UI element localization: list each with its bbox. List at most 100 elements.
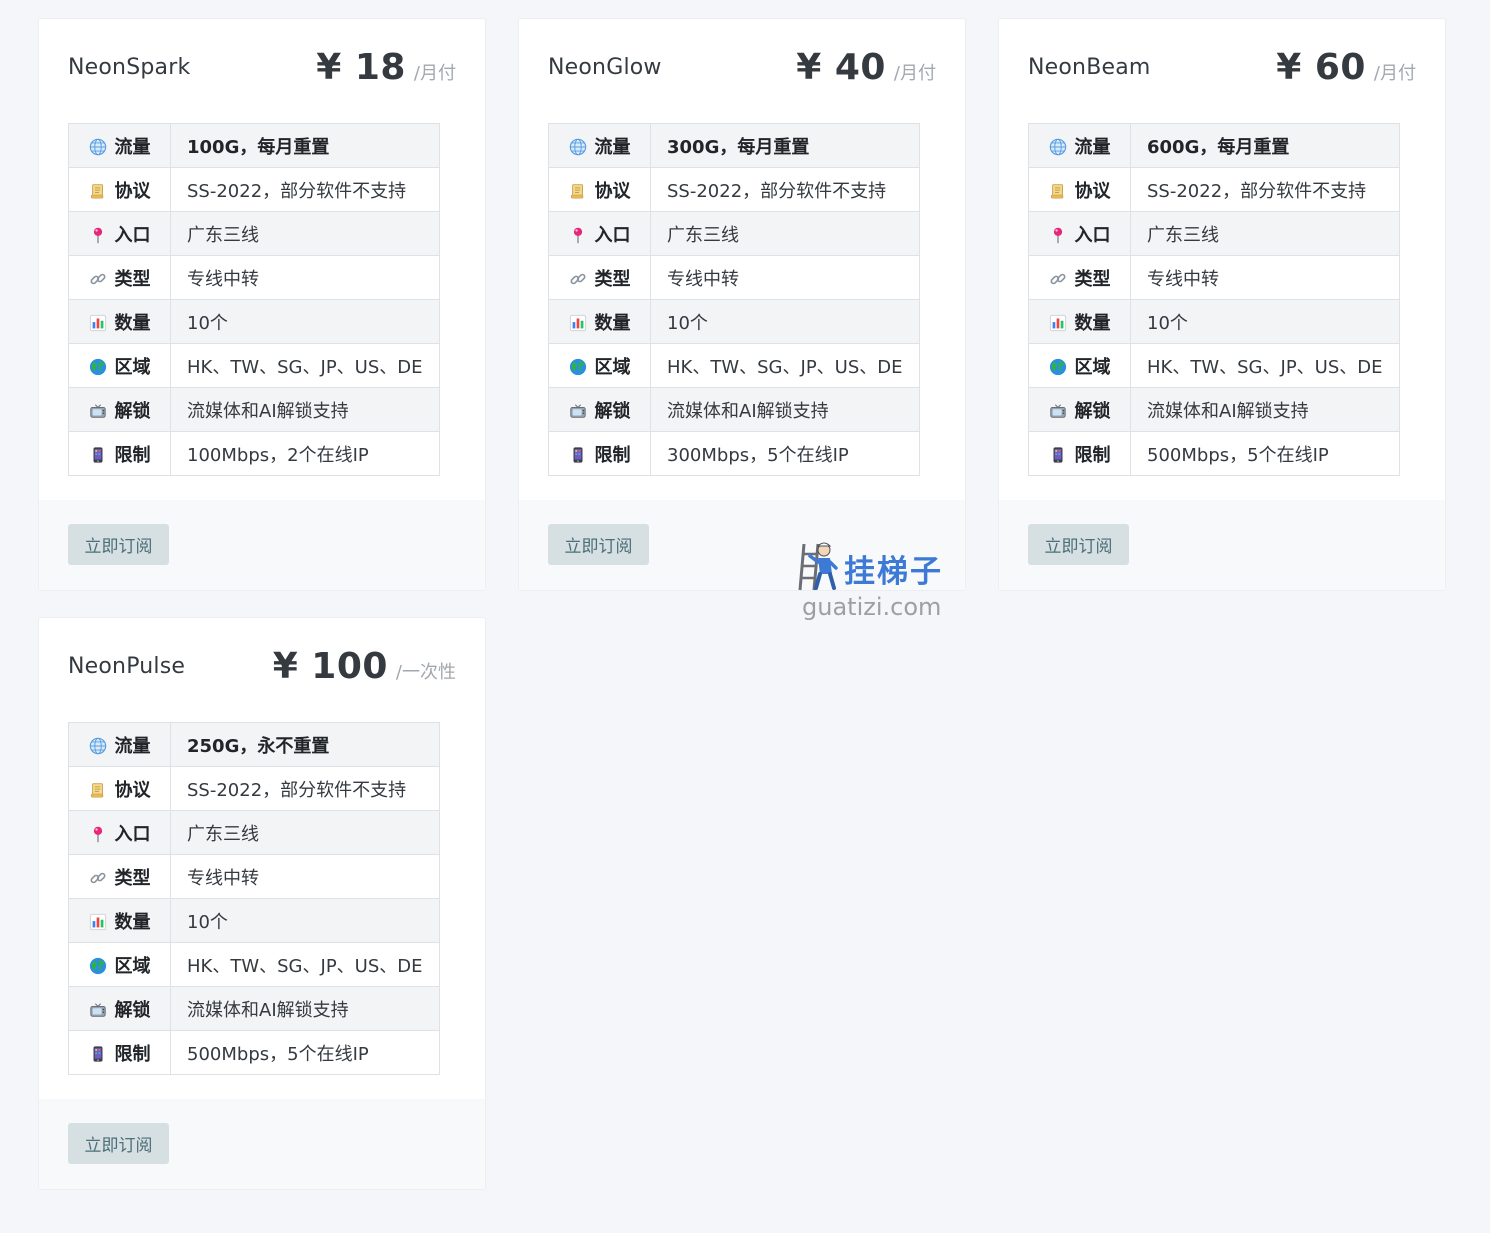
spec-row-type: 类型 专线中转 (68, 854, 440, 899)
price-period: /月付 (893, 63, 936, 84)
spec-row-region: 区域 HK、TW、SG、JP、US、DE (68, 942, 440, 987)
bar-chart-icon (89, 913, 107, 931)
spec-key-cell: 协议 (68, 766, 171, 811)
television-icon (569, 402, 587, 420)
subscribe-button[interactable]: 立即订阅 (68, 524, 169, 565)
spec-row-protocol: 协议 SS-2022，部分软件不支持 (548, 167, 920, 212)
spec-value: 广东三线 (170, 211, 440, 256)
spec-row-entry: 入口 广东三线 (1028, 211, 1400, 256)
spec-key-cell: 协议 (1028, 167, 1131, 212)
spec-row-limit: 限制 300Mbps，5个在线IP (548, 431, 920, 476)
spec-key-cell: 协议 (68, 167, 171, 212)
spec-key-cell: 类型 (68, 255, 171, 300)
spec-key: 限制 (114, 1043, 151, 1065)
plan-card-body: NeonGlow ¥ 40/月付 流量 300G，每月重置 协议 SS-2022… (519, 19, 965, 500)
spec-key: 数量 (594, 312, 631, 334)
spec-value: 500Mbps，5个在线IP (1130, 431, 1400, 476)
scroll-icon (569, 182, 587, 200)
plan-card-neonglow: NeonGlow ¥ 40/月付 流量 300G，每月重置 协议 SS-2022… (518, 18, 966, 591)
spec-key: 流量 (114, 136, 151, 158)
spec-value: 250G，永不重置 (170, 722, 440, 767)
spec-key-cell: 限制 (68, 431, 171, 476)
spec-key: 解锁 (594, 400, 631, 422)
spec-row-limit: 限制 500Mbps，5个在线IP (1028, 431, 1400, 476)
spec-key: 数量 (1074, 312, 1111, 334)
link-icon (569, 270, 587, 288)
plan-name: NeonPulse (68, 654, 186, 679)
spec-row-entry: 入口 广东三线 (68, 810, 440, 855)
spec-row-protocol: 协议 SS-2022，部分软件不支持 (68, 167, 440, 212)
spec-row-entry: 入口 广东三线 (548, 211, 920, 256)
spec-value: 专线中转 (650, 255, 920, 300)
spec-row-type: 类型 专线中转 (68, 255, 440, 300)
spec-row-count: 数量 10个 (68, 898, 440, 943)
spec-key: 流量 (114, 735, 151, 757)
spec-key-cell: 协议 (548, 167, 651, 212)
spec-key: 类型 (1074, 268, 1111, 290)
pushpin-icon (1049, 226, 1067, 244)
spec-row-protocol: 协议 SS-2022，部分软件不支持 (1028, 167, 1400, 212)
spec-table: 流量 600G，每月重置 协议 SS-2022，部分软件不支持 入口 广东三线 … (1028, 123, 1400, 476)
link-icon (89, 270, 107, 288)
spec-key: 数量 (114, 312, 151, 334)
spec-key-cell: 流量 (68, 722, 171, 767)
scroll-icon (1049, 182, 1067, 200)
price-amount: ¥ 40 (796, 47, 886, 88)
plan-grid: NeonSpark ¥ 18/月付 流量 100G，每月重置 协议 SS-202… (38, 18, 1446, 1190)
price-amount: ¥ 100 (272, 646, 388, 687)
spec-row-region: 区域 HK、TW、SG、JP、US、DE (1028, 343, 1400, 388)
plan-price: ¥ 18/月付 (316, 47, 456, 88)
spec-key-cell: 区域 (1028, 343, 1131, 388)
spec-key: 限制 (114, 444, 151, 466)
spec-value: 100Mbps，2个在线IP (170, 431, 440, 476)
plan-card-footer: 立即订阅 (999, 500, 1445, 590)
spec-value: 500Mbps，5个在线IP (170, 1030, 440, 1075)
plan-price: ¥ 60/月付 (1276, 47, 1416, 88)
spec-row-limit: 限制 500Mbps，5个在线IP (68, 1030, 440, 1075)
spec-key-cell: 入口 (68, 211, 171, 256)
spec-key: 区域 (594, 356, 631, 378)
watermark-title: 挂梯子 (844, 554, 943, 590)
spec-key: 协议 (114, 779, 151, 801)
spec-key: 类型 (114, 268, 151, 290)
globe-meridians-icon (89, 737, 107, 755)
plan-card-body: NeonSpark ¥ 18/月付 流量 100G，每月重置 协议 SS-202… (39, 19, 485, 500)
bar-chart-icon (1049, 314, 1067, 332)
spec-table: 流量 100G，每月重置 协议 SS-2022，部分软件不支持 入口 广东三线 … (68, 123, 440, 476)
spec-key-cell: 区域 (68, 343, 171, 388)
spec-key: 解锁 (114, 400, 151, 422)
mobile-phone-icon (89, 1045, 107, 1063)
spec-key: 类型 (114, 867, 151, 889)
subscribe-button[interactable]: 立即订阅 (68, 1123, 169, 1164)
spec-row-traffic: 流量 250G，永不重置 (68, 722, 440, 767)
spec-value: 300G，每月重置 (650, 123, 920, 168)
spec-key-cell: 解锁 (1028, 387, 1131, 432)
spec-key-cell: 类型 (548, 255, 651, 300)
spec-value: SS-2022，部分软件不支持 (1130, 167, 1400, 212)
plan-name: NeonGlow (548, 55, 662, 80)
plan-card-neonbeam: NeonBeam ¥ 60/月付 流量 600G，每月重置 协议 SS-2022… (998, 18, 1446, 591)
spec-value: 广东三线 (650, 211, 920, 256)
watermark: 挂梯子 guatizi.com (798, 538, 948, 622)
spec-row-unlock: 解锁 流媒体和AI解锁支持 (1028, 387, 1400, 432)
spec-key-cell: 区域 (548, 343, 651, 388)
spec-value: 专线中转 (1130, 255, 1400, 300)
spec-key-cell: 流量 (548, 123, 651, 168)
bar-chart-icon (569, 314, 587, 332)
spec-value: 广东三线 (1130, 211, 1400, 256)
earth-globe-icon (1049, 358, 1067, 376)
spec-value: 专线中转 (170, 255, 440, 300)
subscribe-button[interactable]: 立即订阅 (1028, 524, 1129, 565)
price-amount: ¥ 60 (1276, 47, 1366, 88)
pushpin-icon (89, 226, 107, 244)
plan-card-header: NeonPulse ¥ 100/一次性 (68, 618, 456, 722)
spec-key: 协议 (1074, 180, 1111, 202)
spec-row-entry: 入口 广东三线 (68, 211, 440, 256)
spec-value: 10个 (650, 299, 920, 344)
globe-meridians-icon (89, 138, 107, 156)
subscribe-button[interactable]: 立即订阅 (548, 524, 649, 565)
spec-key-cell: 限制 (548, 431, 651, 476)
link-icon (1049, 270, 1067, 288)
spec-table: 流量 300G，每月重置 协议 SS-2022，部分软件不支持 入口 广东三线 … (548, 123, 920, 476)
spec-value: 10个 (170, 299, 440, 344)
